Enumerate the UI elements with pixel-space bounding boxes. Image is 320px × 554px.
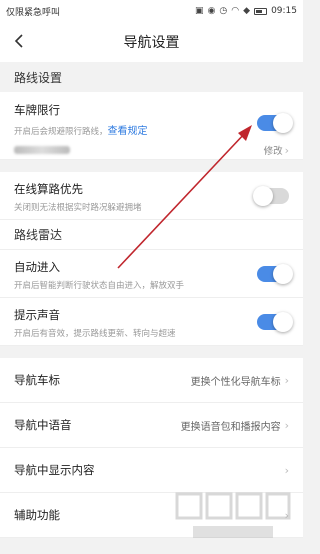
auto-enter-item: 自动进入 开启后智能判断行驶状态自由进入，解放双手 [0, 250, 303, 298]
online-calc-item: 在线算路优先 关闭则无法根据实时路况躲避拥堵 [0, 172, 303, 220]
online-calc-toggle[interactable] [253, 186, 289, 206]
voice-row[interactable]: 导航中语音 更换语音包和播报内容 › [0, 403, 303, 448]
nav-icon-label: 导航车标 [14, 373, 60, 387]
voice-value: 更换语音包和播报内容 [180, 421, 281, 433]
toggle-knob [273, 264, 293, 284]
alarm-icon: ◷ [219, 5, 228, 16]
section-route-settings: 路线设置 [0, 62, 303, 92]
auto-enter-toggle[interactable] [257, 264, 293, 284]
chevron-right-icon: › [284, 463, 289, 477]
back-button[interactable] [8, 30, 30, 52]
view-rules-link[interactable]: 查看规定 [108, 126, 148, 137]
chevron-right-icon: › [284, 373, 289, 387]
prompt-sound-title: 提示声音 [14, 308, 60, 322]
voice-label: 导航中语音 [14, 418, 72, 432]
location-icon: ◉ [207, 5, 216, 16]
chevron-right-icon: › [284, 418, 289, 432]
modify-label: 修改 [263, 146, 283, 157]
nav-icon-row[interactable]: 导航车标 更换个性化导航车标 › [0, 358, 303, 403]
prompt-sound-item: 提示声音 开启后有音效，提示路线更新、转向与超速 [0, 298, 303, 346]
chevron-left-icon [14, 34, 23, 48]
page-title: 导航设置 [123, 35, 180, 51]
plate-limit-title: 车牌限行 [14, 103, 60, 117]
plate-limit-desc: 开启后会规避限行路线， [14, 127, 108, 137]
nav-icon-value: 更换个性化导航车标 [190, 376, 281, 388]
online-calc-desc: 关闭则无法根据实时路况躲避拥堵 [14, 203, 142, 213]
status-bar: 仅限紧急呼叫 ▣ ◉ ◷ ◠ ◆ 09:15 [0, 0, 303, 22]
carrier-text: 仅限紧急呼叫 [6, 7, 61, 18]
toggle-knob [273, 312, 293, 332]
auto-enter-desc: 开启后智能判断行驶状态自由进入，解放双手 [14, 281, 185, 291]
online-calc-title: 在线算路优先 [14, 182, 83, 196]
prompt-sound-desc: 开启后有音效，提示路线更新、转向与超速 [14, 329, 176, 339]
display-content-label: 导航中显示内容 [14, 463, 95, 477]
section-title: 路线设置 [14, 70, 63, 85]
aux-function-label: 辅助功能 [14, 508, 60, 522]
clock: 09:15 [271, 6, 297, 16]
prompt-sound-toggle[interactable] [257, 312, 293, 332]
display-content-row[interactable]: 导航中显示内容 › [0, 448, 303, 493]
plate-limit-toggle[interactable] [257, 113, 293, 133]
toggle-knob [273, 113, 293, 133]
section-route-radar: 路线雷达 [0, 220, 303, 250]
notification-icon: ▣ [195, 5, 204, 16]
chevron-right-icon: › [284, 143, 289, 157]
modify-plate-button[interactable]: 修改 › [263, 143, 289, 158]
top-navbar: 导航设置 [0, 22, 303, 62]
auto-enter-title: 自动进入 [14, 260, 60, 274]
wifi-icon: ◠ [231, 5, 240, 16]
section-title: 路线雷达 [14, 228, 63, 242]
battery-icon [254, 7, 268, 15]
plate-number-row: 修改 › [14, 137, 289, 163]
plate-limit-item: 车牌限行 开启后会规避限行路线，查看规定 修改 › [0, 92, 303, 160]
network-icon: ◆ [243, 5, 251, 16]
plate-number-blurred [14, 146, 70, 154]
watermark-logo [175, 492, 291, 538]
toggle-knob [253, 186, 273, 206]
